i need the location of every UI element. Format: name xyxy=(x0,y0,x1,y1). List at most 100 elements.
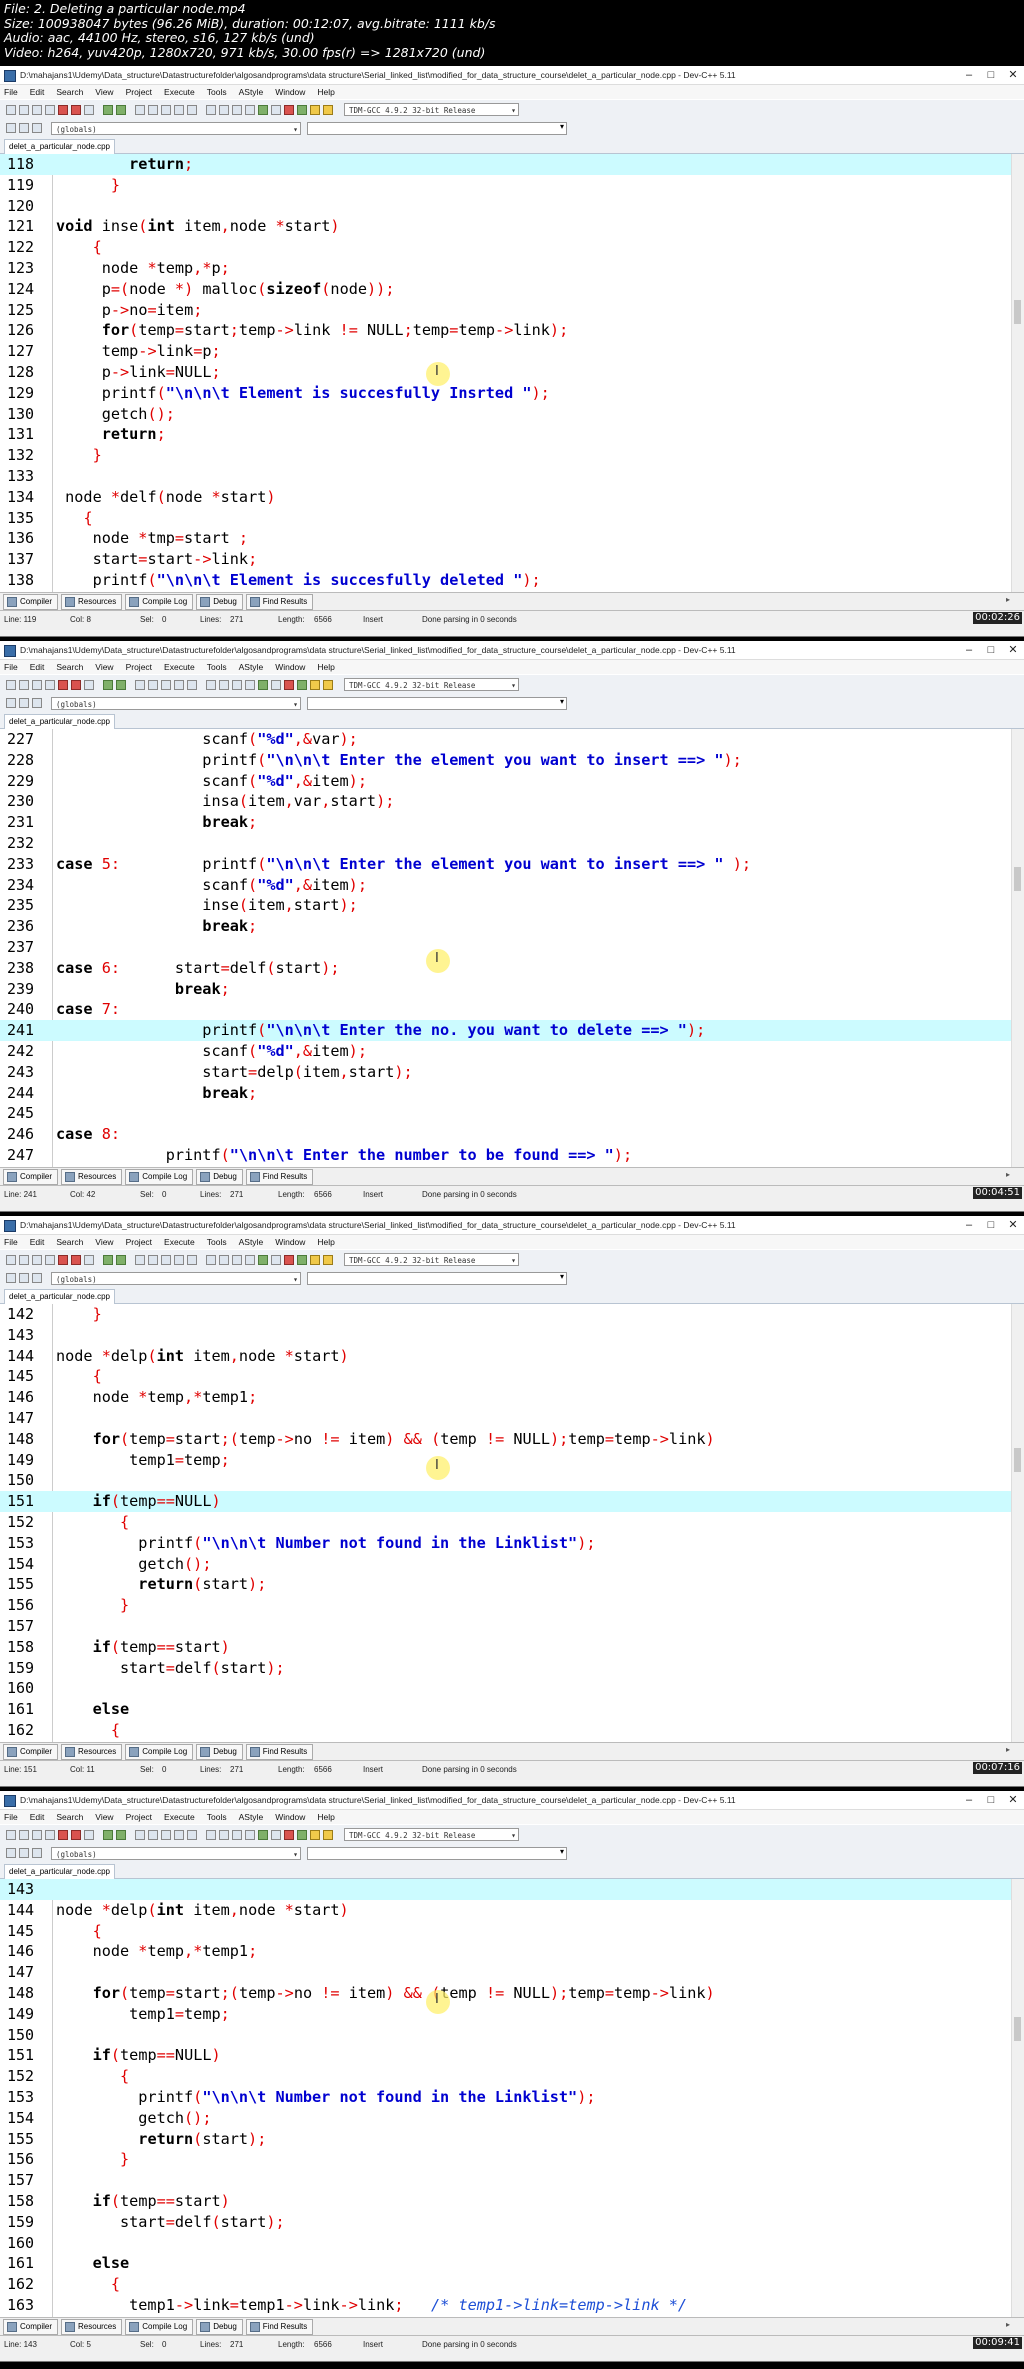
toolbar-button-icon[interactable] xyxy=(19,698,29,708)
code-line[interactable]: 143 xyxy=(0,1879,1012,1900)
menu-item[interactable]: Edit xyxy=(30,662,45,672)
code-line[interactable]: 152 { xyxy=(0,2066,1012,2087)
close-icon[interactable]: ✕ xyxy=(1002,66,1024,84)
bottom-tab[interactable]: Debug xyxy=(196,594,243,610)
toolbar-button-icon[interactable] xyxy=(19,1273,29,1283)
toolbar-button-icon[interactable] xyxy=(116,679,126,690)
toolbar-button-icon[interactable] xyxy=(103,679,113,690)
code-line[interactable]: 161 else xyxy=(0,1699,1012,1720)
bottom-tab[interactable]: Resources xyxy=(61,594,123,610)
bottom-tab[interactable]: Compile Log xyxy=(125,2319,194,2335)
compiler-select[interactable]: TDM-GCC 4.9.2 32-bit Release xyxy=(344,103,519,117)
bottom-tab[interactable]: Compiler xyxy=(3,2319,59,2335)
bottom-tab[interactable]: Compiler xyxy=(3,1744,59,1760)
code-line[interactable]: 153 printf("\n\n\t Number not found in t… xyxy=(0,2087,1012,2108)
vertical-scrollbar[interactable] xyxy=(1011,154,1024,592)
minimize-icon[interactable]: – xyxy=(958,641,980,659)
code-line[interactable]: 133 xyxy=(0,466,1012,487)
toolbar-button-icon[interactable] xyxy=(271,1829,281,1840)
code-line[interactable]: 243 start=delp(item,start); xyxy=(0,1062,1012,1083)
maximize-icon[interactable]: □ xyxy=(980,1216,1002,1234)
bottom-tab[interactable]: Compiler xyxy=(3,594,59,610)
code-line[interactable]: 157 xyxy=(0,1616,1012,1637)
toolbar-button-icon[interactable] xyxy=(187,1254,197,1265)
panel-arrow-icon[interactable]: ▸ xyxy=(1006,1744,1020,1756)
code-line[interactable]: 230 insa(item,var,start); xyxy=(0,791,1012,812)
close-icon[interactable]: ✕ xyxy=(1002,641,1024,659)
member-select[interactable] xyxy=(307,696,567,710)
toolbar-button-icon[interactable] xyxy=(206,1254,216,1265)
bottom-tab[interactable]: Resources xyxy=(61,1169,123,1185)
toolbar-button-icon[interactable] xyxy=(45,679,55,690)
minimize-icon[interactable]: – xyxy=(958,66,980,84)
scope-select[interactable]: (globals) xyxy=(51,121,301,136)
toolbar-button-icon[interactable] xyxy=(135,679,145,690)
code-line[interactable]: 148 for(temp=start;(temp->no != item) &&… xyxy=(0,1983,1012,2004)
code-line[interactable]: 147 xyxy=(0,1408,1012,1429)
toolbar-button-icon[interactable] xyxy=(232,1829,242,1840)
code-line[interactable]: 236 break; xyxy=(0,916,1012,937)
menu-item[interactable]: Edit xyxy=(30,87,45,97)
code-line[interactable]: 144 node *delp(int item,node *start) xyxy=(0,1346,1012,1367)
toolbar-button-icon[interactable] xyxy=(258,104,268,115)
toolbar-button-icon[interactable] xyxy=(32,1273,42,1283)
code-line[interactable]: 229 scanf("%d",&item); xyxy=(0,771,1012,792)
toolbar-button-icon[interactable] xyxy=(19,679,29,690)
menu-item[interactable]: Help xyxy=(317,662,334,672)
toolbar-button-icon[interactable] xyxy=(19,123,29,133)
menu-item[interactable]: AStyle xyxy=(239,1812,264,1822)
menu-item[interactable]: Execute xyxy=(164,1812,195,1822)
toolbar-button-icon[interactable] xyxy=(310,1829,320,1840)
code-line[interactable]: 142 } xyxy=(0,1304,1012,1325)
toolbar-button-icon[interactable] xyxy=(6,679,16,690)
vertical-scrollbar[interactable] xyxy=(1011,729,1024,1167)
toolbar-button-icon[interactable] xyxy=(310,679,320,690)
toolbar-button-icon[interactable] xyxy=(245,1254,255,1265)
menu-item[interactable]: Execute xyxy=(164,662,195,672)
code-line[interactable]: 233 case 5: printf("\n\n\t Enter the elem… xyxy=(0,854,1012,875)
bottom-tab[interactable]: Resources xyxy=(61,2319,123,2335)
toolbar-button-icon[interactable] xyxy=(32,104,42,115)
scope-select[interactable]: (globals) xyxy=(51,1271,301,1286)
code-line[interactable]: 149 temp1=temp; xyxy=(0,1450,1012,1471)
code-line[interactable]: 146 node *temp,*temp1; xyxy=(0,1387,1012,1408)
code-line[interactable]: 234 scanf("%d",&item); xyxy=(0,875,1012,896)
bottom-tab[interactable]: Compile Log xyxy=(125,1744,194,1760)
toolbar-button-icon[interactable] xyxy=(103,1254,113,1265)
code-editor[interactable]: 118 return; 119 } 120 121 void inse(int item… xyxy=(0,154,1012,592)
menu-item[interactable]: Tools xyxy=(207,1237,227,1247)
code-line[interactable]: 156 } xyxy=(0,1595,1012,1616)
code-line[interactable]: 150 xyxy=(0,1470,1012,1491)
toolbar-button-icon[interactable] xyxy=(84,679,94,690)
code-line[interactable]: 159 start=delf(start); xyxy=(0,1658,1012,1679)
toolbar-button-icon[interactable] xyxy=(161,1829,171,1840)
code-line[interactable]: 237 xyxy=(0,937,1012,958)
file-tab[interactable]: delet_a_particular_node.cpp xyxy=(4,1289,115,1304)
menu-item[interactable]: View xyxy=(95,1237,113,1247)
code-line[interactable]: 149 temp1=temp; xyxy=(0,2004,1012,2025)
toolbar-button-icon[interactable] xyxy=(58,679,68,690)
toolbar-button-icon[interactable] xyxy=(103,1829,113,1840)
menu-item[interactable]: Execute xyxy=(164,1237,195,1247)
code-editor[interactable]: 143 144 node *delp(int item,node *start) 14… xyxy=(0,1879,1012,2317)
toolbar-button-icon[interactable] xyxy=(232,1254,242,1265)
code-line[interactable]: 125 p->no=item; xyxy=(0,300,1012,321)
toolbar-button-icon[interactable] xyxy=(232,104,242,115)
toolbar-button-icon[interactable] xyxy=(6,698,16,708)
toolbar-button-icon[interactable] xyxy=(6,123,16,133)
toolbar-button-icon[interactable] xyxy=(310,104,320,115)
toolbar-button-icon[interactable] xyxy=(135,1829,145,1840)
toolbar-button-icon[interactable] xyxy=(284,104,294,115)
bottom-tab[interactable]: Resources xyxy=(61,1744,123,1760)
code-line[interactable]: 244 break; xyxy=(0,1083,1012,1104)
scroll-thumb[interactable] xyxy=(1014,300,1021,324)
toolbar-button-icon[interactable] xyxy=(187,104,197,115)
toolbar-button-icon[interactable] xyxy=(161,679,171,690)
toolbar-button-icon[interactable] xyxy=(19,104,29,115)
toolbar-button-icon[interactable] xyxy=(6,1848,16,1858)
scroll-thumb[interactable] xyxy=(1014,2017,1021,2041)
scroll-thumb[interactable] xyxy=(1014,867,1021,891)
toolbar-button-icon[interactable] xyxy=(19,1829,29,1840)
code-line[interactable]: 135 { xyxy=(0,508,1012,529)
code-line[interactable]: 158 if(temp==start) xyxy=(0,2191,1012,2212)
